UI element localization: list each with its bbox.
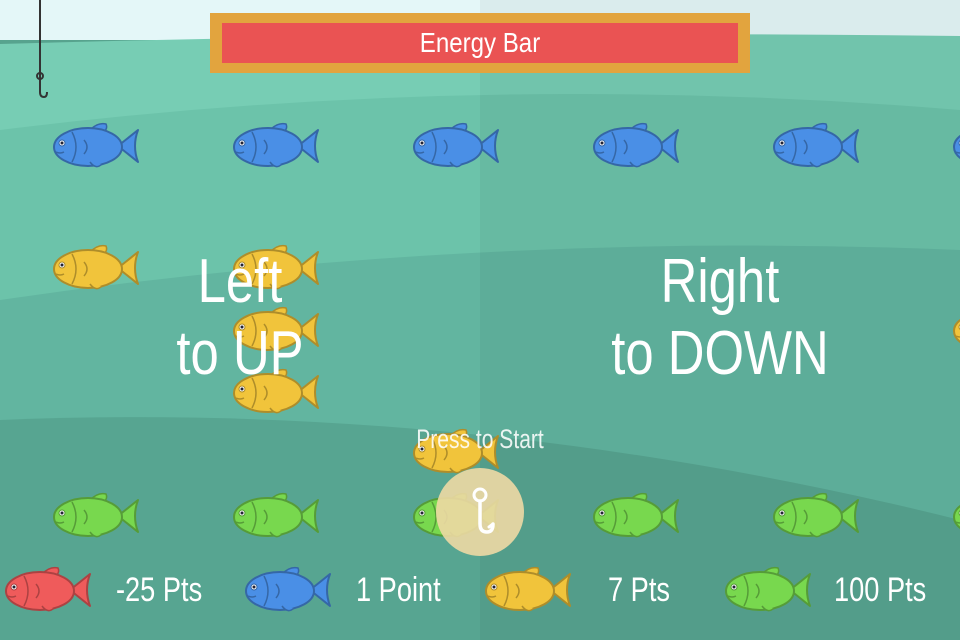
press-to-start-label: Press to Start [416,424,544,454]
blue-fish [410,118,500,174]
blue-fish [590,118,680,174]
legend-blue-fish [242,562,332,618]
green-fish [590,488,680,544]
legend-yellow-fish [482,562,572,618]
energy-bar: Energy Bar [210,13,750,73]
legend-points-label: -25 Pts [116,571,203,609]
left-instruction-line2: to UP [176,319,304,388]
fishing-hook-icon [36,72,48,99]
right-instruction: Right to DOWN [605,246,835,390]
game-scene[interactable]: Energy Bar Left to UP Right to DOWN Pres… [0,0,960,640]
legend-points-label: 7 Pts [608,571,670,609]
right-instruction-line1: Right [660,247,780,316]
blue-fish [770,118,860,174]
hook-icon [472,487,495,534]
legend-points-label: 100 Pts [834,571,927,609]
left-instruction: Left to UP [166,246,314,390]
energy-bar-label: Energy Bar [419,27,541,58]
blue-fish [50,118,140,174]
green-fish [50,488,140,544]
green-fish [950,488,960,544]
green-fish [230,488,320,544]
yellow-fish [950,302,960,358]
blue-fish [950,118,960,174]
right-instruction-line2: to DOWN [611,319,829,388]
green-fish [770,488,860,544]
legend-green-fish [722,562,812,618]
start-button[interactable] [436,468,524,556]
yellow-fish [50,240,140,296]
legend-red-fish [2,562,92,618]
left-instruction-line1: Left [197,247,283,316]
blue-fish [230,118,320,174]
fishing-line [39,0,41,78]
legend-points-label: 1 Point [356,571,441,609]
